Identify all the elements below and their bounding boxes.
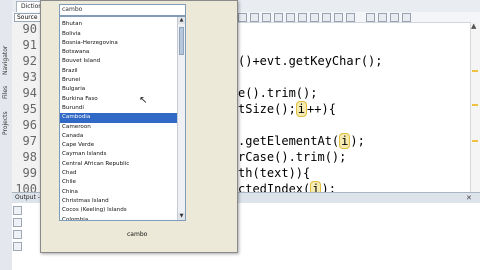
country-list[interactable]: BermudaBhutanBoliviaBosnia-HerzegovinaBo… (59, 16, 186, 221)
tab-navigator[interactable]: Navigator (0, 40, 12, 80)
source-button[interactable]: Source (14, 13, 41, 22)
toolbar-icon[interactable] (346, 13, 355, 22)
list-scrollbar[interactable]: ▲ ▼ (177, 17, 185, 220)
line-number: 92 (22, 54, 37, 68)
list-item[interactable]: China (60, 188, 177, 197)
warning-marker[interactable] (472, 70, 478, 72)
mouse-cursor-icon: ↖ (139, 95, 148, 106)
list-item[interactable]: Cocos (Keeling) Islands (60, 206, 177, 215)
stop-icon[interactable] (13, 218, 22, 227)
list-item[interactable]: Bouvet Island (60, 57, 177, 66)
line-number-gutter: 90 91 92 93 94 95 96 97 98 99 100 (12, 22, 41, 200)
line-number: 93 (22, 70, 37, 84)
line-number: 96 (22, 118, 37, 132)
list-item[interactable]: Canada (60, 132, 177, 141)
scroll-down-icon[interactable]: ▼ (178, 213, 185, 220)
list-item[interactable]: Botswana (60, 48, 177, 57)
list-item[interactable]: Brunei (60, 76, 177, 85)
toolbar-icon[interactable] (366, 13, 375, 22)
list-item[interactable]: Burkina Faso (60, 95, 177, 104)
list-item[interactable]: Cameroon (60, 123, 177, 132)
line-number: 90 (22, 22, 37, 36)
clear-icon[interactable] (13, 242, 22, 251)
list-item[interactable]: Christmas Island (60, 197, 177, 206)
close-icon[interactable]: ✕ (466, 194, 472, 202)
list-item[interactable]: Burundi (60, 104, 177, 113)
result-label: cambo (127, 231, 148, 238)
line-number: 98 (22, 150, 37, 164)
scroll-up-icon[interactable]: ▲ (178, 17, 185, 24)
line-number: 97 (22, 134, 37, 148)
output-tab[interactable]: Output - (15, 193, 40, 203)
line-number: 95 (22, 102, 37, 116)
warning-marker[interactable] (472, 140, 478, 142)
line-number: 91 (22, 38, 37, 52)
warning-marker[interactable] (472, 104, 478, 106)
list-item[interactable]: Colombia (60, 216, 177, 220)
line-number: 99 (22, 166, 37, 180)
list-item[interactable]: Chile (60, 178, 177, 187)
code-line[interactable]: e().trim(); (238, 86, 317, 100)
toolbar-icon[interactable] (310, 13, 319, 22)
list-item[interactable]: Cambodia (60, 113, 177, 123)
toolbar-icon[interactable] (298, 13, 307, 22)
list-item[interactable]: Chad (60, 169, 177, 178)
tab-projects[interactable]: Projects (0, 106, 12, 140)
code-line[interactable]: rCase().trim(); (238, 150, 346, 164)
toolbar-icon[interactable] (238, 13, 247, 22)
line-number: 94 (22, 86, 37, 100)
code-line[interactable]: ()+evt.getKeyChar(); (238, 54, 383, 68)
settings-icon[interactable] (13, 230, 22, 239)
list-item[interactable]: Bulgaria (60, 85, 177, 94)
toolbar-icon[interactable] (390, 13, 399, 22)
toolbar-icon[interactable] (322, 13, 331, 22)
search-input[interactable]: cambo (59, 4, 186, 16)
code-line[interactable]: tSize(); i ++){ (238, 101, 336, 117)
list-items: BermudaBhutanBoliviaBosnia-HerzegovinaBo… (60, 17, 177, 220)
list-item[interactable]: Cape Verde (60, 141, 177, 150)
list-item[interactable]: Bhutan (60, 20, 177, 29)
toolbar-icon[interactable] (274, 13, 283, 22)
scroll-thumb[interactable] (179, 27, 184, 55)
toolbar-icon[interactable] (402, 13, 411, 22)
country-dialog: cambo BermudaBhutanBoliviaBosnia-Herzego… (40, 0, 238, 253)
list-item[interactable]: Central African Republic (60, 160, 177, 169)
toolbar-icon[interactable] (286, 13, 295, 22)
list-item[interactable]: Brazil (60, 67, 177, 76)
code-line[interactable]: th(text)){ (238, 166, 310, 180)
editor-scrollbar[interactable] (470, 22, 480, 192)
list-item[interactable]: Bosnia-Herzegovina (60, 39, 177, 48)
rerun-icon[interactable] (13, 206, 22, 215)
toolbar-icon[interactable] (378, 13, 387, 22)
list-item[interactable]: Cayman Islands (60, 150, 177, 159)
toolbar-icon[interactable] (262, 13, 271, 22)
toolbar-icon[interactable] (334, 13, 343, 22)
tab-files[interactable]: Files (0, 80, 12, 104)
list-item[interactable]: Bolivia (60, 30, 177, 39)
toolbar-icon[interactable] (250, 13, 259, 22)
code-line[interactable]: .getElementAt(i); (238, 133, 365, 149)
scroll-up-icon[interactable]: ▲ (471, 22, 476, 30)
